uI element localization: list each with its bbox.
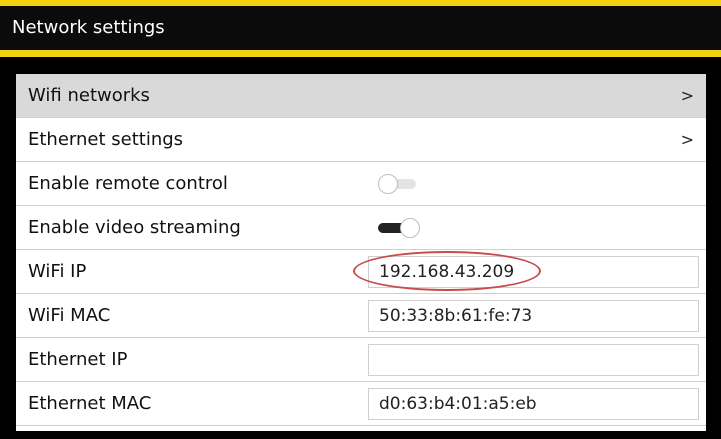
ethernet-mac-label: Ethernet MAC bbox=[28, 393, 152, 414]
ethernet-settings-item[interactable]: Ethernet settings > bbox=[16, 118, 706, 162]
wifi-ip-row: WiFi IP 192.168.43.209 bbox=[16, 250, 706, 294]
remote-control-label: Enable remote control bbox=[28, 173, 228, 194]
wifi-ip-value: 192.168.43.209 bbox=[368, 256, 699, 288]
chevron-right-icon: > bbox=[680, 130, 694, 149]
toggle-knob bbox=[400, 218, 420, 238]
wifi-mac-label: WiFi MAC bbox=[28, 305, 111, 326]
ethernet-ip-label: Ethernet IP bbox=[28, 349, 128, 370]
wifi-ip-label: WiFi IP bbox=[28, 261, 87, 282]
video-streaming-row: Enable video streaming bbox=[16, 206, 706, 250]
wifi-networks-item[interactable]: Wifi networks > bbox=[16, 74, 706, 118]
ethernet-mac-value: d0:63:b4:01:a5:eb bbox=[368, 388, 699, 420]
ethernet-ip-value bbox=[368, 344, 699, 376]
ethernet-settings-label: Ethernet settings bbox=[28, 129, 184, 150]
video-streaming-label: Enable video streaming bbox=[28, 217, 241, 238]
page-title: Network settings bbox=[0, 6, 721, 50]
remote-control-row: Enable remote control bbox=[16, 162, 706, 206]
wifi-mac-row: WiFi MAC 50:33:8b:61:fe:73 bbox=[16, 294, 706, 338]
toggle-knob bbox=[378, 174, 398, 194]
wifi-networks-label: Wifi networks bbox=[28, 85, 150, 106]
video-streaming-toggle[interactable] bbox=[376, 217, 422, 239]
chevron-right-icon: > bbox=[680, 86, 694, 105]
wifi-mac-value: 50:33:8b:61:fe:73 bbox=[368, 300, 699, 332]
screen: Network settings Wifi networks > Etherne… bbox=[0, 0, 721, 439]
settings-panel: Wifi networks > Ethernet settings > Enab… bbox=[16, 74, 706, 431]
ethernet-ip-row: Ethernet IP bbox=[16, 338, 706, 382]
ethernet-mac-row: Ethernet MAC d0:63:b4:01:a5:eb bbox=[16, 382, 706, 426]
remote-control-toggle[interactable] bbox=[376, 173, 422, 195]
title-accent-bar bbox=[0, 50, 721, 57]
